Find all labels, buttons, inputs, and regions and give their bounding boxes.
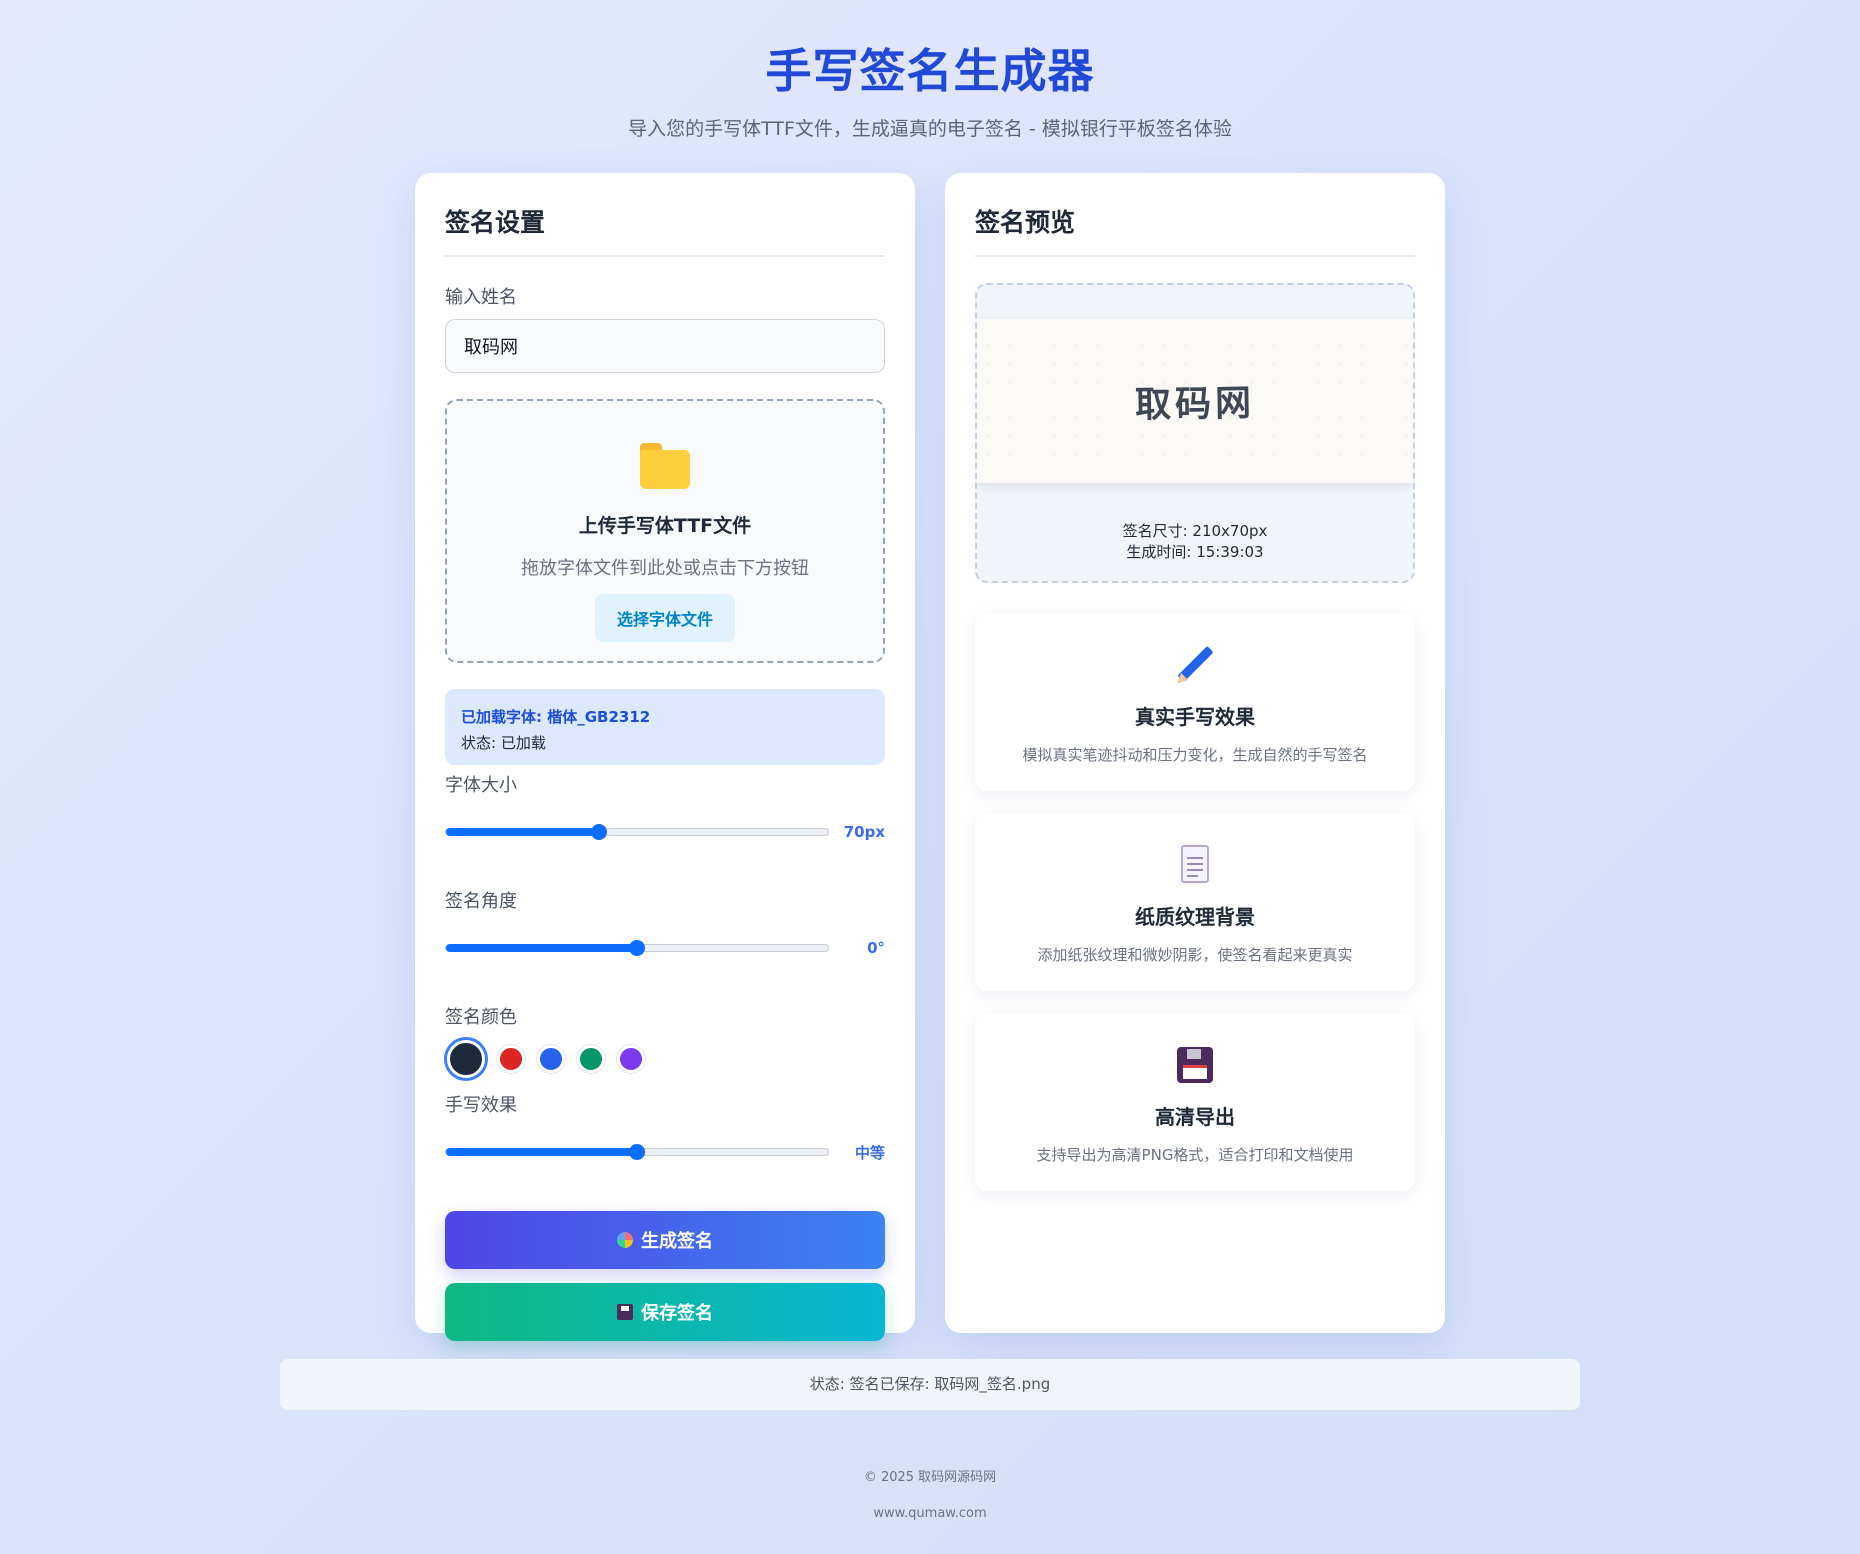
floppy-disk-icon [617,1304,633,1320]
feature-card-handwriting: 真实手写效果 模拟真实笔迹抖动和压力变化，生成自然的手写签名 [975,613,1415,791]
font-size-control: 字体大小 70px [445,771,885,855]
folder-icon [640,443,690,489]
upload-description: 拖放字体文件到此处或点击下方按钮 [521,558,809,579]
feature-description: 模拟真实笔迹抖动和压力变化，生成自然的手写签名 [1022,746,1368,764]
signature-text: 取码网 [1134,381,1256,427]
preview-meta: 签名尺寸: 210x70px 生成时间: 15:39:03 [977,521,1413,563]
status-bar: 状态: 签名已保存: 取码网_签名.png [280,1359,1580,1410]
angle-slider[interactable] [445,940,829,956]
feature-card-export: 高清导出 支持导出为高清PNG格式，适合打印和文档使用 [975,1013,1415,1191]
page-title: 手写签名生成器 [765,44,1095,98]
footer-url: www.qumaw.com [873,1506,987,1521]
document-icon [1175,845,1215,885]
footer-copyright: © 2025 取码网源码网 [863,1470,997,1485]
font-upload-dropzone[interactable]: 上传手写体TTF文件 拖放字体文件到此处或点击下方按钮 选择字体文件 [445,399,885,663]
color-control: 签名颜色 [445,1003,885,1081]
font-status-label: 状态: 已加载 [461,734,546,752]
angle-value: 0° [867,939,885,957]
upload-title: 上传手写体TTF文件 [578,515,752,537]
color-swatch[interactable] [447,1040,485,1078]
palette-icon [617,1232,633,1248]
color-label: 签名颜色 [445,1007,517,1028]
pencil-icon [1173,645,1215,688]
font-size-label: 字体大小 [445,775,517,796]
save-signature-button[interactable]: 保存签名 [445,1283,885,1341]
name-label: 输入姓名 [445,287,517,308]
color-swatch[interactable] [577,1045,605,1073]
effect-slider-thumb[interactable] [629,1144,645,1160]
color-swatch-group [445,1037,885,1081]
signature-paper: 取码网 [977,319,1413,483]
generate-label: 生成签名 [641,1231,713,1252]
font-size-slider[interactable] [445,824,829,840]
effect-control: 手写效果 中等 [445,1091,885,1175]
feature-title: 纸质纹理背景 [1135,905,1255,929]
signature-preview-area: 取码网 签名尺寸: 210x70px 生成时间: 15:39:03 [975,283,1415,583]
font-size-value: 70px [843,823,885,841]
effect-value: 中等 [854,1143,885,1162]
preview-title: 签名预览 [975,203,1415,257]
page-header: 手写签名生成器 导入您的手写体TTF文件，生成逼真的电子签名 - 模拟银行平板签… [0,0,1860,141]
save-label: 保存签名 [641,1303,713,1324]
feature-description: 支持导出为高清PNG格式，适合打印和文档使用 [1036,1146,1354,1164]
font-size-slider-thumb[interactable] [590,824,607,840]
select-font-button[interactable]: 选择字体文件 [594,594,735,642]
font-info-panel: 已加载字体: 楷体_GB2312 状态: 已加载 [445,689,885,765]
effect-label: 手写效果 [445,1095,517,1116]
footer: © 2025 取码网源码网 www.qumaw.com [0,1460,1860,1532]
feature-card-paper: 纸质纹理背景 添加纸张纹理和微妙阴影，使签名看起来更真实 [975,813,1415,991]
generated-time-label: 生成时间: 15:39:03 [1126,543,1264,561]
angle-slider-thumb[interactable] [629,940,645,956]
feature-title: 高清导出 [1155,1105,1235,1129]
generate-signature-button[interactable]: 生成签名 [445,1211,885,1269]
name-input[interactable] [445,319,885,373]
color-swatch[interactable] [497,1045,525,1073]
preview-card: 签名预览 取码网 签名尺寸: 210x70px 生成时间: 15:39:03 真… [945,173,1445,1333]
floppy-disk-icon [1175,1045,1215,1085]
feature-title: 真实手写效果 [1135,705,1255,729]
angle-control: 签名角度 0° [445,887,885,971]
signature-size-label: 签名尺寸: 210x70px [1122,522,1268,540]
page-subtitle: 导入您的手写体TTF文件，生成逼真的电子签名 - 模拟银行平板签名体验 [628,118,1232,140]
color-swatch[interactable] [537,1045,565,1073]
settings-card: 签名设置 输入姓名 上传手写体TTF文件 拖放字体文件到此处或点击下方按钮 选择… [415,173,915,1341]
angle-label: 签名角度 [445,891,517,912]
color-swatch[interactable] [617,1045,645,1073]
feature-description: 添加纸张纹理和微妙阴影，使签名看起来更真实 [1037,946,1353,964]
effect-slider[interactable] [445,1144,829,1160]
settings-title: 签名设置 [445,203,885,257]
loaded-font-label: 已加载字体: 楷体_GB2312 [461,708,651,726]
